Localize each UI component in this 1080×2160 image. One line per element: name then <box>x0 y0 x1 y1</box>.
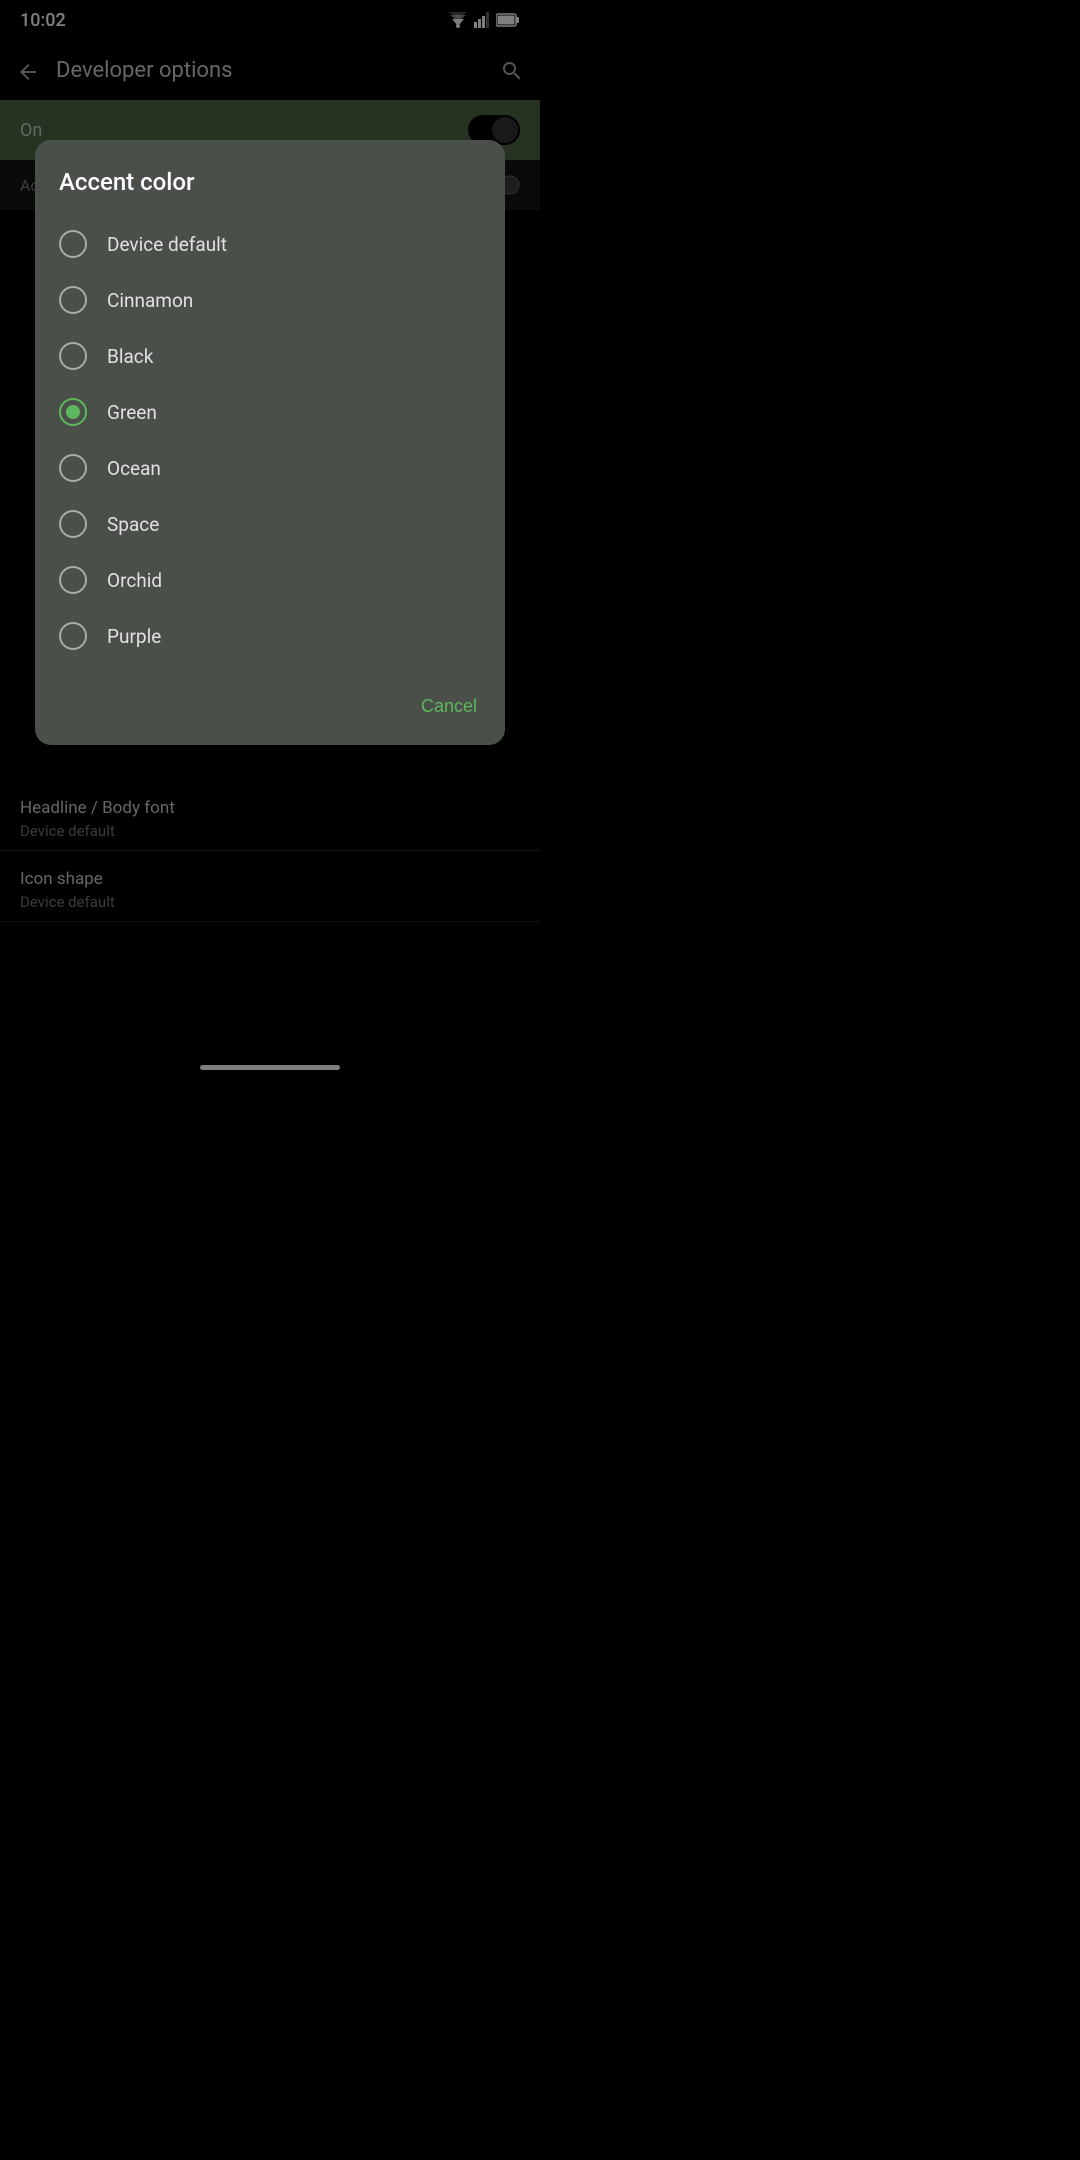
radio-label-ocean: Ocean <box>107 457 161 480</box>
radio-option-green[interactable]: Green <box>59 384 481 440</box>
radio-button-device-default <box>59 230 87 258</box>
radio-option-black[interactable]: Black <box>59 328 481 384</box>
radio-label-purple: Purple <box>107 625 161 648</box>
radio-button-orchid <box>59 566 87 594</box>
radio-label-orchid: Orchid <box>107 569 162 592</box>
dialog-actions: Cancel <box>59 680 481 725</box>
radio-option-device-default[interactable]: Device default <box>59 216 481 272</box>
radio-option-orchid[interactable]: Orchid <box>59 552 481 608</box>
radio-button-ocean <box>59 454 87 482</box>
radio-label-green: Green <box>107 401 157 424</box>
radio-options-list: Device default Cinnamon Black Green Ocean Spa… <box>59 216 481 664</box>
radio-button-purple <box>59 622 87 650</box>
radio-button-space <box>59 510 87 538</box>
radio-option-space[interactable]: Space <box>59 496 481 552</box>
radio-label-cinnamon: Cinnamon <box>107 289 193 312</box>
radio-button-black <box>59 342 87 370</box>
radio-label-black: Black <box>107 345 153 368</box>
dialog-title: Accent color <box>59 168 481 196</box>
cancel-button[interactable]: Cancel <box>417 688 481 725</box>
radio-label-device-default: Device default <box>107 233 227 256</box>
radio-option-cinnamon[interactable]: Cinnamon <box>59 272 481 328</box>
accent-color-dialog: Accent color Device default Cinnamon Black… <box>35 140 505 745</box>
radio-inner-green <box>66 405 80 419</box>
radio-button-cinnamon <box>59 286 87 314</box>
radio-option-purple[interactable]: Purple <box>59 608 481 664</box>
radio-label-space: Space <box>107 513 159 536</box>
radio-button-green <box>59 398 87 426</box>
radio-option-ocean[interactable]: Ocean <box>59 440 481 496</box>
